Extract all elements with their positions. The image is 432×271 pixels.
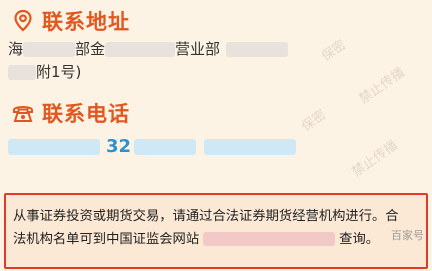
notice-line-1: 从事证券投资或期货交易，请通过合法证券期货经营机构进行。合: [13, 209, 399, 224]
redacted-block: [23, 42, 76, 57]
address-text-a: 海: [8, 40, 24, 58]
redacted-block: [134, 139, 196, 155]
phone-section-title: 联系电话: [12, 98, 130, 128]
location-pin-icon: [14, 9, 32, 32]
redacted-block: [8, 139, 100, 155]
phone-visible-digits: 32: [106, 136, 132, 157]
redacted-block: [105, 42, 176, 57]
address-title: 联系地址: [42, 10, 130, 34]
address-text-c: 营业部: [175, 40, 221, 58]
address-text-tail: 附1号): [36, 63, 82, 81]
watermark: 保密: [299, 107, 330, 135]
address-line-2: 附1号): [8, 61, 81, 82]
telephone-icon: [13, 106, 33, 122]
address-section-title: 联系地址: [12, 6, 130, 36]
redacted-block: [204, 139, 296, 155]
address-text-b: 部金: [75, 40, 106, 58]
phone-number: 32: [8, 136, 338, 158]
notice-line-2-prefix: 法机构名单可到中国证监会网站: [13, 232, 200, 247]
notice-line-2-suffix: 查询。: [339, 232, 380, 247]
watermark: 保密: [319, 37, 350, 65]
source-credit: 百家号: [391, 229, 424, 242]
redacted-url: [203, 232, 336, 246]
redacted-block: [226, 42, 289, 57]
watermark: 禁止传播: [349, 138, 401, 181]
notice-text: 从事证券投资或期货交易，请通过合法证券期货经营机构进行。合 法机构名单可到中国证…: [13, 205, 425, 251]
notice-line-2: 法机构名单可到中国证监会网站 查询。: [13, 228, 425, 251]
watermark: 禁止传播: [356, 65, 408, 108]
address-line-1: 海 部金 营业部: [8, 38, 289, 59]
redacted-block: [8, 65, 36, 80]
regulatory-notice-box: 从事证券投资或期货交易，请通过合法证券期货经营机构进行。合 法机构名单可到中国证…: [4, 193, 428, 269]
phone-title: 联系电话: [42, 102, 130, 126]
